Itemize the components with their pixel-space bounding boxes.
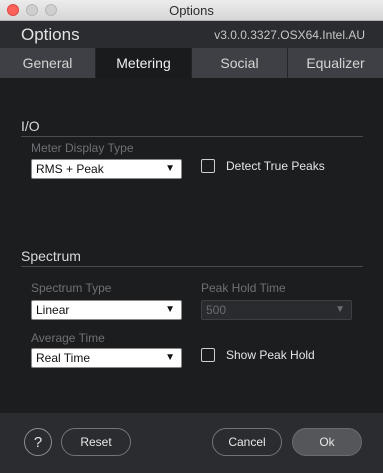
metering-panel: I/O Meter Display Type RMS + Peak ▼ Dete… [0,78,383,413]
tab-social[interactable]: Social [192,48,288,78]
io-divider [21,136,363,137]
peak-hold-time-label: Peak Hold Time [201,281,286,295]
chevron-down-icon: ▼ [335,304,345,315]
spectrum-type-select[interactable]: Linear ▼ [31,300,182,320]
options-header: Options v3.0.0.3327.OSX64.Intel.AU [0,21,383,49]
chevron-down-icon: ▼ [165,352,175,363]
show-peak-hold-label: Show Peak Hold [226,348,315,362]
detect-true-peaks-label: Detect True Peaks [226,159,325,173]
detect-true-peaks-checkbox[interactable] [201,159,215,173]
average-time-select[interactable]: Real Time ▼ [31,348,182,368]
average-time-label: Average Time [31,331,105,345]
window-title: Options [169,3,214,18]
spectrum-type-label: Spectrum Type [31,281,112,295]
title-bar[interactable]: Options [0,0,383,21]
tab-bar: General Metering Social Equalizer [0,48,383,78]
tab-equalizer[interactable]: Equalizer [288,48,383,78]
ok-button[interactable]: Ok [292,428,362,456]
chevron-down-icon: ▼ [165,304,175,315]
show-peak-hold-checkbox[interactable] [201,348,215,362]
chevron-down-icon: ▼ [165,163,175,174]
meter-display-type-value: RMS + Peak [36,162,104,176]
dialog-footer: ? Reset Cancel Ok [0,413,383,473]
io-section-title: I/O [21,118,40,134]
version-label: v3.0.0.3327.OSX64.Intel.AU [214,28,365,42]
average-time-value: Real Time [36,351,91,365]
help-button[interactable]: ? [24,428,52,456]
spectrum-type-value: Linear [36,303,70,317]
peak-hold-time-value: 500 [206,303,227,317]
meter-display-type-select[interactable]: RMS + Peak ▼ [31,159,182,179]
spectrum-section-title: Spectrum [21,248,81,264]
tab-general[interactable]: General [0,48,96,78]
cancel-button[interactable]: Cancel [212,428,282,456]
peak-hold-time-select: 500 ▼ [201,300,352,320]
options-window: Options Options v3.0.0.3327.OSX64.Intel.… [0,0,383,473]
reset-button[interactable]: Reset [61,428,131,456]
meter-display-type-label: Meter Display Type [31,141,134,155]
tab-metering[interactable]: Metering [96,48,192,78]
header-title: Options [21,25,80,44]
spectrum-divider [21,266,363,267]
